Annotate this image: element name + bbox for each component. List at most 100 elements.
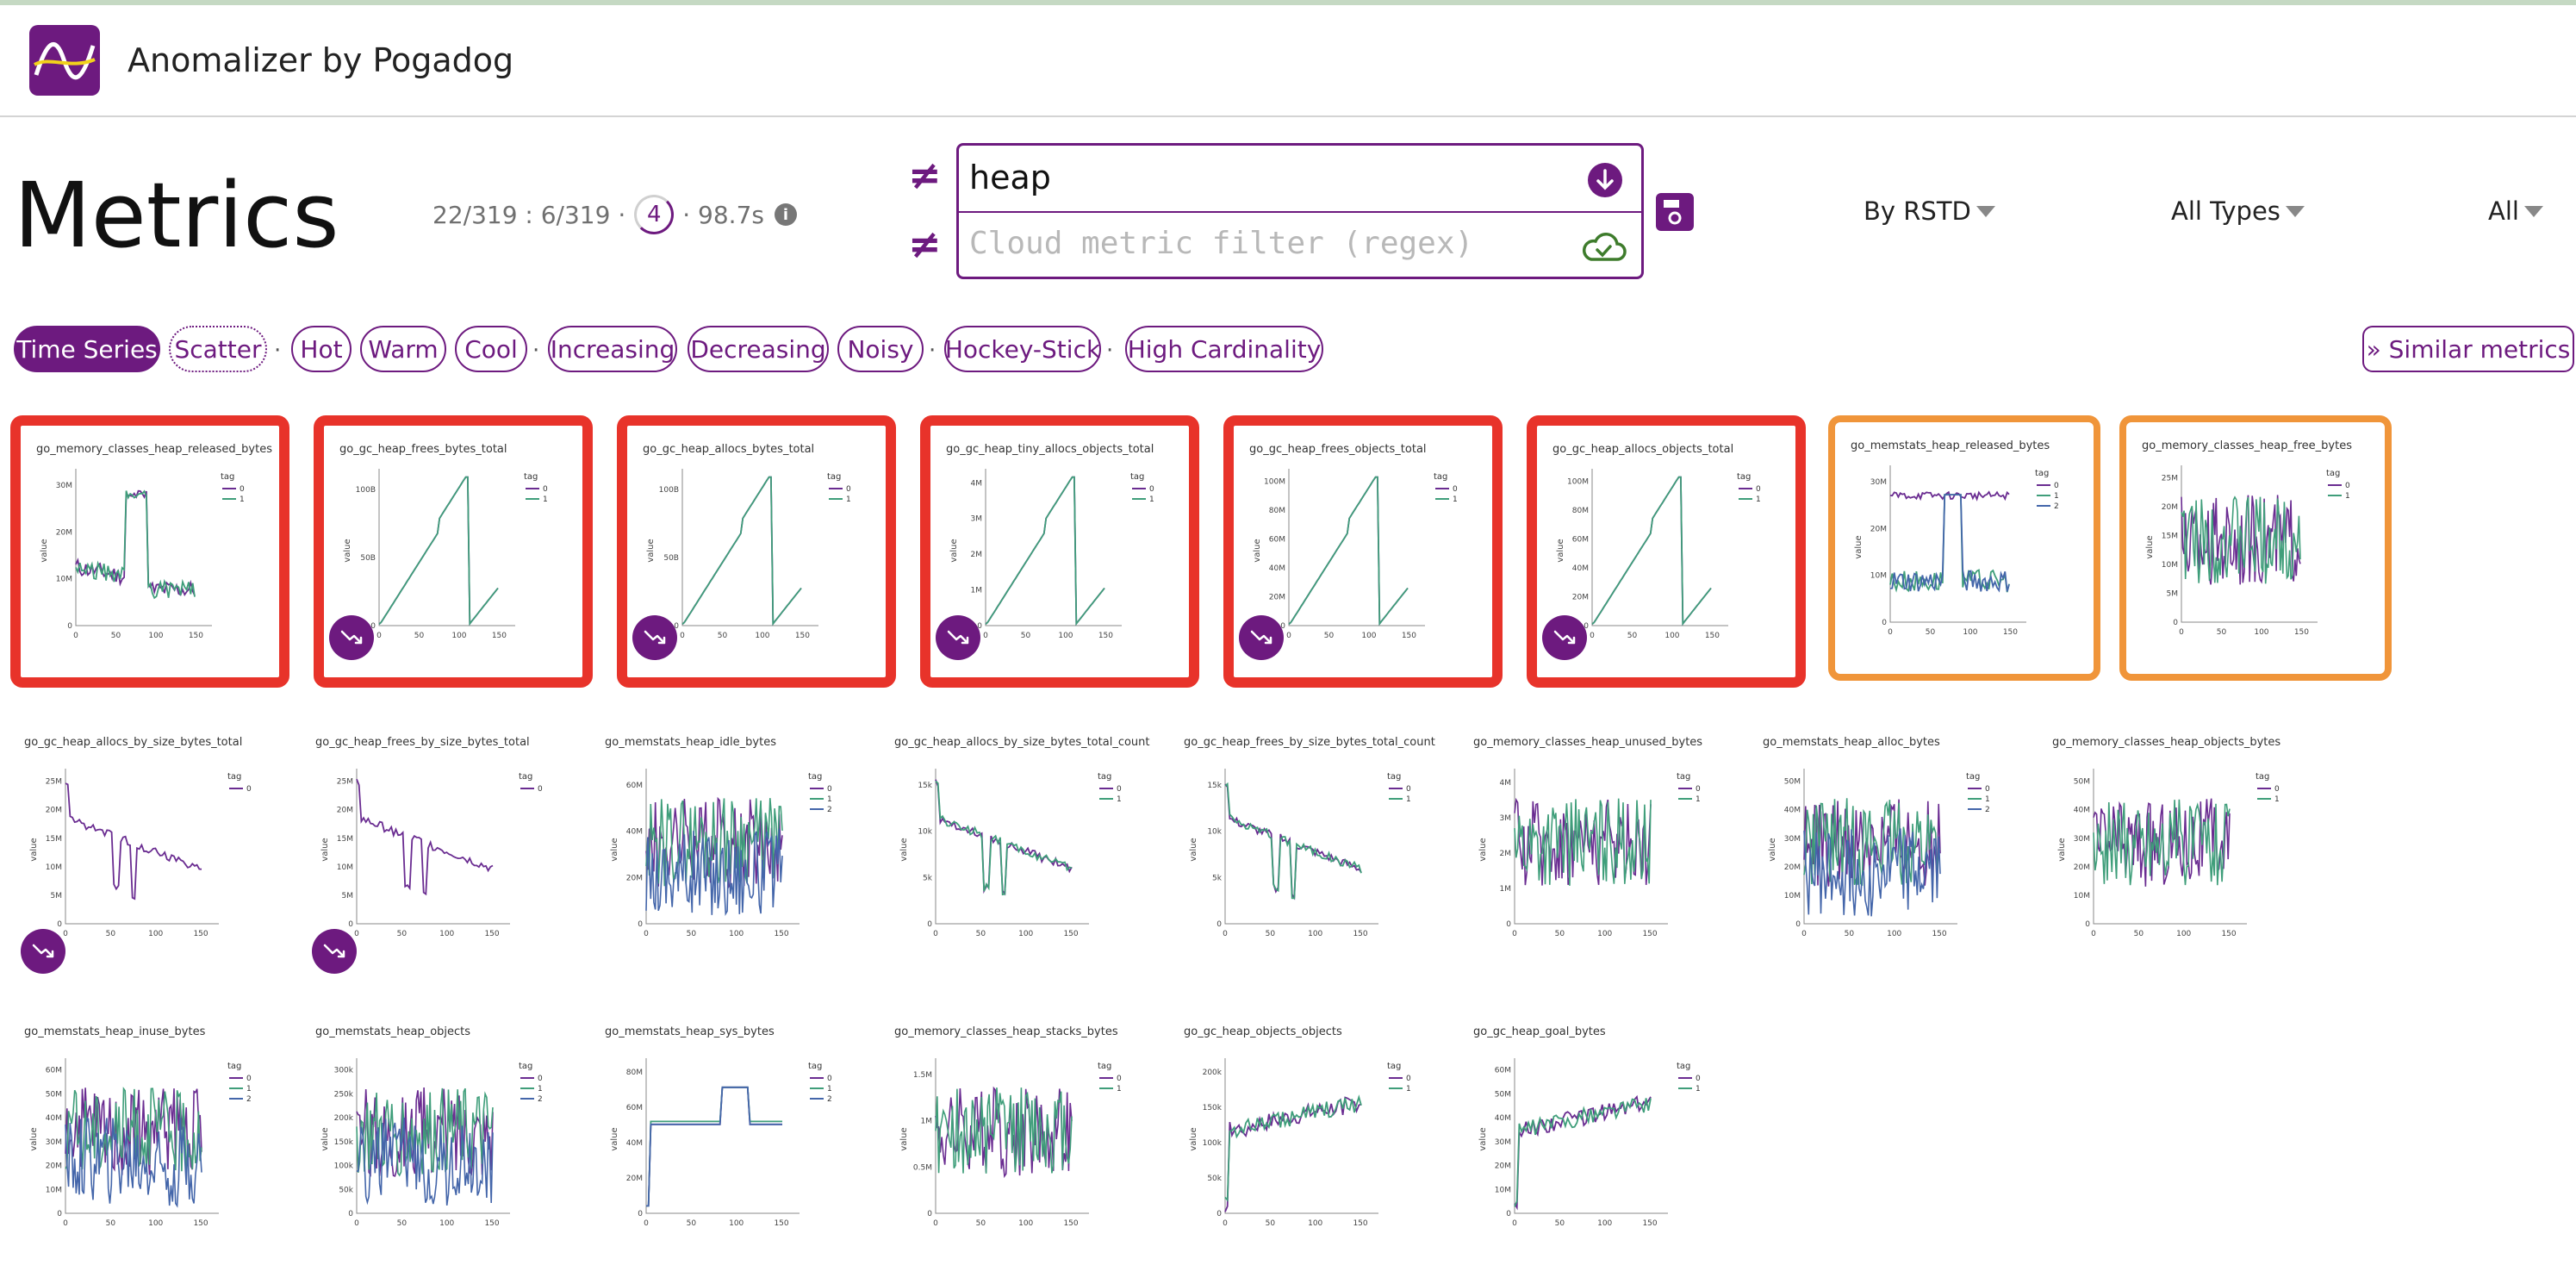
- y-tick-label: 10M: [1870, 572, 1887, 581]
- not-equal-cloud-toggle-icon[interactable]: ≠: [908, 221, 942, 267]
- similar-metrics-button[interactable]: » Similar metrics: [2362, 326, 2574, 372]
- x-tick-label: 0: [983, 632, 988, 640]
- chip-high-cardinality[interactable]: High Cardinality: [1125, 326, 1323, 372]
- trend-down-icon[interactable]: [1542, 615, 1587, 660]
- metric-chart: value50k100k150k200k250k300k00 50 100 150ta…: [320, 1058, 543, 1228]
- y-tick-label: 0: [1506, 1210, 1511, 1218]
- x-tick-label: 50: [2217, 628, 2227, 637]
- metric-card[interactable]: go_memstats_heap_idle_bytes value 20M 40M 60…: [591, 726, 867, 975]
- metric-card[interactable]: go_memory_classes_heap_objects_bytes valu…: [2038, 726, 2314, 975]
- metric-card[interactable]: go_gc_heap_tiny_allocs_objects_total valu…: [920, 415, 1199, 688]
- x-tick-label: 0: [63, 1219, 68, 1228]
- y-axis-label: value: [610, 1127, 619, 1150]
- x-tick-label: 150: [189, 632, 203, 640]
- metric-card[interactable]: go_gc_heap_allocs_by_size_bytes_total_co…: [880, 726, 1156, 975]
- trend-down-icon[interactable]: [21, 929, 65, 974]
- metric-card[interactable]: go_memstats_heap_inuse_bytes value 10M 20M 3…: [10, 1015, 286, 1265]
- series-line: [1224, 783, 1362, 900]
- metric-card[interactable]: go_memstats_heap_released_bytes value 10M 2…: [1828, 415, 2100, 681]
- metric-card[interactable]: go_memory_classes_heap_unused_bytes value…: [1459, 726, 1735, 975]
- metrics-stats: 22/319 : 6/319 · 4 · 98.7s i: [432, 195, 797, 234]
- y-tick-label: 2M: [1500, 850, 1512, 858]
- metric-filter-input[interactable]: [968, 158, 1565, 197]
- app-title[interactable]: Anomalizer by Pogadog: [128, 41, 513, 79]
- chip-hot[interactable]: Hot: [291, 326, 352, 372]
- x-tick-label: 100: [2254, 628, 2268, 637]
- metric-card[interactable]: go_gc_heap_frees_by_size_bytes_total_cou…: [1170, 726, 1446, 975]
- y-tick-label: 30M: [2074, 835, 2090, 844]
- y-tick-label: 30M: [1784, 835, 1801, 844]
- y-tick-label: 10M: [2162, 561, 2178, 570]
- metric-card[interactable]: go_gc_heap_allocs_by_size_bytes_total val…: [10, 726, 286, 975]
- download-icon[interactable]: [1588, 163, 1622, 197]
- y-tick-label: 50k: [339, 1186, 353, 1194]
- series-line: [1889, 494, 2010, 593]
- legend-label: 0: [827, 1075, 832, 1083]
- metric-chart: value10M20M30M40M50M00 50 100 150tag012: [1768, 769, 1990, 938]
- refresh-ring-indicator[interactable]: 4: [634, 195, 675, 234]
- y-tick-label: 25M: [46, 778, 62, 787]
- chip-time-series[interactable]: Time Series: [14, 326, 160, 372]
- y-tick-label: 50M: [46, 1090, 62, 1099]
- metric-card[interactable]: go_gc_heap_allocs_objects_total value 20M 4…: [1527, 415, 1806, 688]
- sort-dropdown[interactable]: By RSTD: [1864, 196, 1995, 226]
- metric-card[interactable]: go_memstats_heap_objects value 50k 100k 150k…: [302, 1015, 577, 1265]
- chip-noisy[interactable]: Noisy: [837, 326, 924, 372]
- chip-separator: ·: [274, 338, 282, 364]
- chip-increasing[interactable]: Increasing: [548, 326, 677, 372]
- x-tick-label: 0: [1512, 930, 1517, 938]
- anomalizer-logo-icon[interactable]: [29, 25, 100, 96]
- metric-card[interactable]: go_gc_heap_frees_by_size_bytes_total valu…: [302, 726, 577, 975]
- chip-warm[interactable]: Warm: [360, 326, 446, 372]
- metric-card[interactable]: go_gc_heap_frees_bytes_total value 50B 100B…: [314, 415, 593, 688]
- chip-decreasing[interactable]: Decreasing: [688, 326, 829, 372]
- types-dropdown[interactable]: All Types: [2171, 196, 2305, 226]
- legend-label: 0: [1406, 785, 1411, 794]
- metric-card[interactable]: go_gc_heap_allocs_bytes_total value 50B 100…: [617, 415, 896, 688]
- save-icon[interactable]: [1656, 193, 1694, 231]
- x-tick-label: 50: [1845, 930, 1855, 938]
- x-tick-label: 0: [1512, 1219, 1517, 1228]
- trend-down-icon[interactable]: [936, 615, 980, 660]
- metric-card[interactable]: go_memstats_heap_alloc_bytes value 10M 20M 3…: [1749, 726, 2025, 975]
- trend-down-icon[interactable]: [312, 929, 357, 974]
- chip-scatter[interactable]: Scatter: [169, 326, 267, 372]
- trend-down-icon[interactable]: [1239, 615, 1284, 660]
- legend-title: tag: [1966, 772, 1980, 782]
- cloud-filter-input[interactable]: [968, 225, 1565, 262]
- x-tick-label: 100: [451, 632, 466, 640]
- chip-hockey-stick[interactable]: Hockey-Stick: [944, 326, 1101, 372]
- x-tick-label: 50: [1627, 632, 1638, 640]
- metric-card[interactable]: go_memory_classes_heap_released_bytes val…: [10, 415, 289, 688]
- metric-chart: value0.5M1M1.5M00 50 100 150tag01: [899, 1058, 1122, 1228]
- cloud-check-icon[interactable]: [1579, 228, 1627, 266]
- chip-cool[interactable]: Cool: [455, 326, 527, 372]
- y-tick-label: 5k: [1212, 874, 1223, 882]
- metric-card[interactable]: go_gc_heap_goal_bytes value 10M 20M 30M 40M 50…: [1459, 1015, 1735, 1265]
- y-tick-label: 10M: [46, 1186, 62, 1194]
- metric-card[interactable]: go_gc_heap_frees_objects_total value 20M 40…: [1223, 415, 1503, 688]
- x-tick-label: 0: [680, 632, 685, 640]
- legend-label: 1: [1985, 795, 1990, 804]
- not-equal-toggle-icon[interactable]: ≠: [908, 152, 942, 198]
- metric-chart: value5k10k15k00 50 100 150tag01: [899, 769, 1122, 938]
- legend-label: 0: [827, 785, 832, 794]
- y-tick-label: 10M: [46, 863, 62, 872]
- legend-title: tag: [221, 472, 234, 482]
- scope-dropdown[interactable]: All: [2488, 196, 2543, 226]
- metric-card[interactable]: go_memory_classes_heap_free_bytes value 5M…: [2119, 415, 2392, 681]
- x-tick-label: 150: [1063, 930, 1078, 938]
- y-tick-label: 50M: [1784, 778, 1801, 787]
- series-line: [1889, 490, 2010, 502]
- trend-down-icon[interactable]: [632, 615, 677, 660]
- chevron-down-icon: [2285, 205, 2305, 217]
- y-tick-label: 80M: [1572, 507, 1589, 515]
- metric-card[interactable]: go_memory_classes_heap_stacks_bytes value…: [880, 1015, 1156, 1265]
- x-tick-label: 50: [1266, 1219, 1276, 1228]
- metric-card[interactable]: go_gc_heap_objects_objects value 50k 100k 15…: [1170, 1015, 1446, 1265]
- legend-title: tag: [1677, 1062, 1690, 1071]
- info-icon[interactable]: i: [774, 203, 797, 226]
- trend-down-icon[interactable]: [329, 615, 374, 660]
- x-tick-label: 50: [1266, 930, 1276, 938]
- metric-card[interactable]: go_memstats_heap_sys_bytes value 20M 40M 60M…: [591, 1015, 867, 1265]
